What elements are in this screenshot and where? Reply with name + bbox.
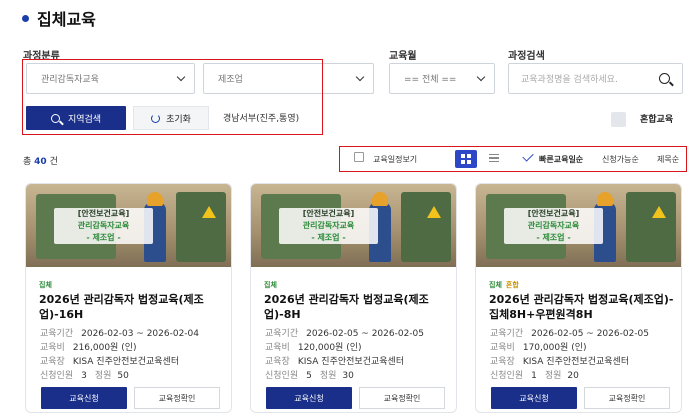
search-label: 과정검색	[508, 51, 545, 62]
warning-sign-icon	[202, 206, 216, 218]
page-title: 집체교육	[37, 10, 96, 29]
month-label: 교육월	[389, 51, 417, 62]
mixed-education-label: 혼합교육	[640, 115, 674, 125]
total-count-number: 40	[34, 157, 47, 167]
course-seats: 신청인원 3 정원 50	[40, 371, 129, 381]
course-place: 교육장 KISA 진주안전보건교육센터	[265, 357, 405, 367]
total-count: 총 40 건	[23, 157, 58, 167]
course-type-tag: 집체	[39, 281, 52, 289]
search-placeholder: 교육과정명을 검색하세요.	[521, 75, 618, 85]
course-fee: 교육비 216,000원 (인)	[40, 343, 137, 353]
apply-button[interactable]: 교육신청	[41, 387, 127, 409]
course-badge: [안전보건교육] 관리감독자교육 - 제조업 -	[504, 208, 603, 244]
course-badge: [안전보건교육] 관리감독자교육 - 제조업 -	[279, 208, 378, 244]
search-icon[interactable]	[659, 73, 670, 84]
month-select[interactable]: == 전체 ==	[389, 63, 495, 94]
course-search-input[interactable]: 교육과정명을 검색하세요.	[508, 63, 683, 94]
course-title[interactable]: 2026년 관리감독자 법정교육(제조업)-8H	[264, 292, 450, 322]
course-period: 교육기간 2026-02-05 ~ 2026-02-05	[490, 329, 649, 339]
course-fee: 교육비 120,000원 (인)	[265, 343, 362, 353]
course-card[interactable]: [안전보건교육] 관리감독자교육 - 제조업 - 집체 2026년 관리감독자 …	[250, 183, 457, 413]
page-title-row: 집체교육	[22, 6, 96, 30]
detail-button[interactable]: 교육정확인	[584, 387, 670, 409]
chevron-down-icon	[476, 72, 486, 82]
course-thumbnail: [안전보건교육] 관리감독자교육 - 제조업 -	[476, 184, 681, 267]
warning-sign-icon	[652, 206, 666, 218]
bullet-dot-icon	[22, 14, 29, 22]
chevron-down-icon	[355, 72, 365, 82]
detail-button[interactable]: 교육정확인	[359, 387, 445, 409]
filter-highlight-box	[22, 59, 323, 135]
course-type-tag: 집체 혼합	[489, 281, 519, 289]
apply-button[interactable]: 교육신청	[491, 387, 577, 409]
course-thumbnail: [안전보건교육] 관리감독자교육 - 제조업 -	[26, 184, 231, 267]
detail-button[interactable]: 교육정확인	[134, 387, 220, 409]
course-fee: 교육비 170,000원 (인)	[490, 343, 587, 353]
course-type-tag: 집체	[264, 281, 277, 289]
apply-button[interactable]: 교육신청	[266, 387, 352, 409]
course-badge: [안전보건교육] 관리감독자교육 - 제조업 -	[54, 208, 153, 244]
course-title[interactable]: 2026년 관리감독자 법정교육(제조업)-집체8H+우편원격8H	[489, 292, 675, 322]
toolbar-highlight-box	[339, 146, 687, 172]
mixed-education-checkbox[interactable]	[611, 112, 626, 127]
course-period: 교육기간 2026-02-05 ~ 2026-02-05	[265, 329, 424, 339]
warning-sign-icon	[427, 206, 441, 218]
course-seats: 신청인원 5 정원 30	[265, 371, 354, 381]
course-place: 교육장 KISA 진주안전보건교육센터	[40, 357, 180, 367]
course-period: 교육기간 2026-02-03 ~ 2026-02-04	[40, 329, 199, 339]
course-card[interactable]: [안전보건교육] 관리감독자교육 - 제조업 - 집체 혼합 2026년 관리감독…	[475, 183, 682, 413]
course-title[interactable]: 2026년 관리감독자 법정교육(제조업)-16H	[39, 292, 225, 322]
course-seats: 신청인원 1 정원 20	[490, 371, 579, 381]
course-thumbnail: [안전보건교육] 관리감독자교육 - 제조업 -	[251, 184, 456, 267]
course-place: 교육장 KISA 진주안전보건교육센터	[490, 357, 630, 367]
course-card[interactable]: [안전보건교육] 관리감독자교육 - 제조업 - 집체 2026년 관리감독자 …	[25, 183, 232, 413]
month-select-value: == 전체 ==	[404, 75, 457, 85]
